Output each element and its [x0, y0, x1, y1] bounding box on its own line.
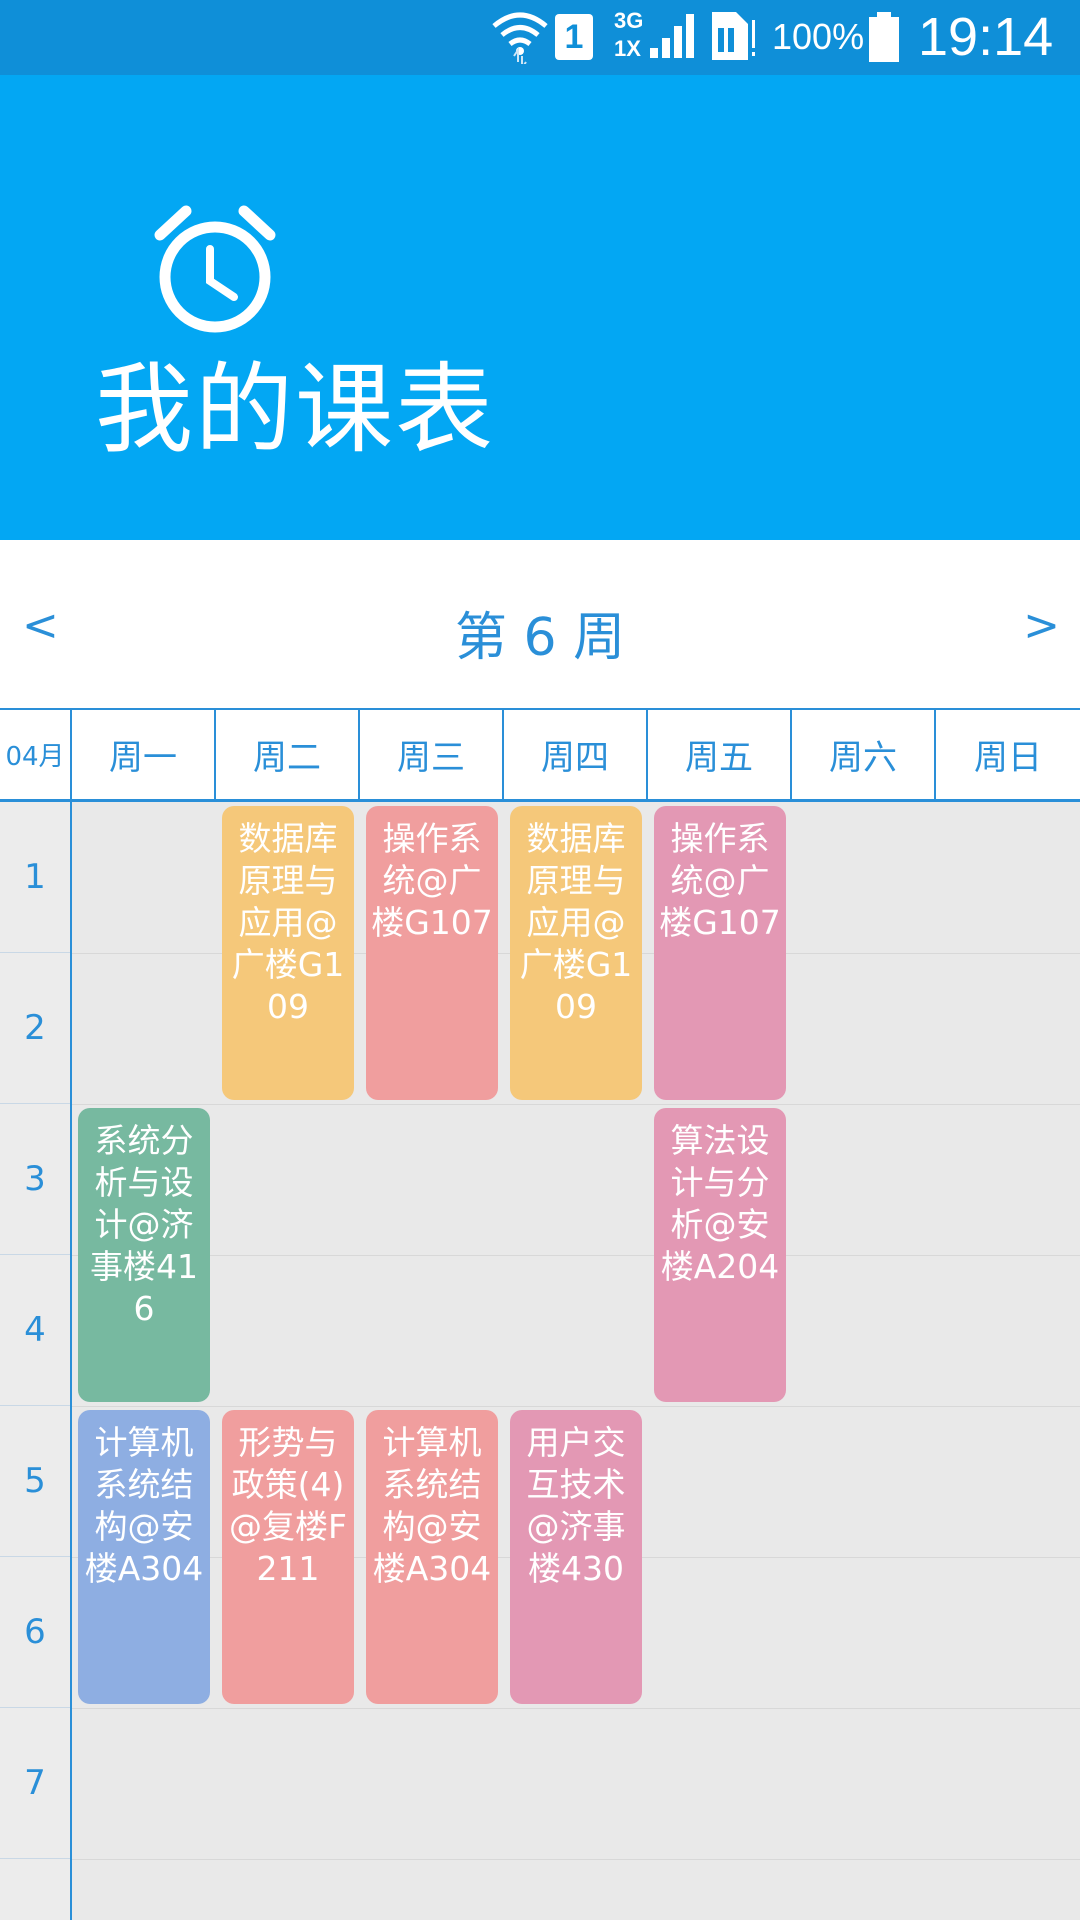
row-divider	[72, 1104, 1080, 1105]
period-label: 6	[0, 1557, 70, 1708]
row-divider	[72, 1708, 1080, 1709]
clock-time: 19:14	[918, 7, 1054, 67]
period-label: 7	[0, 1708, 70, 1859]
period-label: 2	[0, 953, 70, 1104]
sim-slot-number: 1	[564, 17, 584, 56]
day-header-row: 04月 周一 周二 周三 周四 周五 周六 周日	[0, 708, 1080, 802]
period-column: 1 2 3 4 5 6 7	[0, 802, 72, 1920]
battery-percent: 100%	[772, 16, 865, 57]
course-block[interactable]: 计算机系统结构@安楼A304	[78, 1410, 210, 1704]
course-block[interactable]: 系统分析与设计@济事楼416	[78, 1108, 210, 1402]
network-type-bottom: 1X	[614, 36, 641, 61]
app-header: 我的课表	[0, 75, 1080, 540]
period-label: 5	[0, 1406, 70, 1557]
sim-card-icon	[712, 12, 755, 60]
course-block[interactable]: 形势与政策(4)@复楼F211	[222, 1410, 354, 1704]
wifi-icon	[492, 12, 548, 64]
day-header-mon: 周一	[72, 710, 216, 799]
next-week-button[interactable]: >	[1023, 600, 1060, 651]
day-header-thu: 周四	[504, 710, 648, 799]
app-root: 1 3G 1X 100% 19:14 我的课表 < 第 6 周 > 04月 周一…	[0, 0, 1080, 1920]
timetable-grid: 1 2 3 4 5 6 7 数据库原理与应用@广楼G109 操作系统@广楼G107…	[0, 802, 1080, 1920]
course-block[interactable]: 操作系统@广楼G107	[366, 806, 498, 1100]
row-divider	[72, 1406, 1080, 1407]
course-block[interactable]: 计算机系统结构@安楼A304	[366, 1410, 498, 1704]
course-block[interactable]: 数据库原理与应用@广楼G109	[222, 806, 354, 1100]
battery-icon	[869, 12, 899, 62]
period-label: 4	[0, 1255, 70, 1406]
signal-icon	[650, 14, 694, 58]
day-header-wed: 周三	[360, 710, 504, 799]
day-header-tue: 周二	[216, 710, 360, 799]
row-divider	[72, 1255, 1080, 1256]
alarm-clock-icon	[154, 205, 276, 333]
day-header-sun: 周日	[974, 738, 1042, 778]
page-title: 我的课表	[95, 353, 496, 467]
day-header-fri: 周五	[648, 710, 792, 799]
course-block[interactable]: 算法设计与分析@安楼A204	[654, 1108, 786, 1402]
month-label: 04月	[0, 710, 72, 799]
course-block[interactable]: 用户交互技术@济事楼430	[510, 1410, 642, 1704]
sim-slot-icon: 1	[555, 14, 593, 60]
course-block[interactable]: 操作系统@广楼G107	[654, 806, 786, 1100]
current-week-label: 第 6 周	[454, 608, 626, 668]
week-navigator: < 第 6 周 >	[0, 540, 1080, 708]
period-label: 1	[0, 802, 70, 953]
row-divider	[72, 1859, 1080, 1860]
day-header-sat: 周六	[792, 710, 936, 799]
status-bar: 1 3G 1X 100% 19:14	[0, 0, 1080, 75]
network-type-top: 3G	[614, 8, 644, 33]
course-block[interactable]: 数据库原理与应用@广楼G109	[510, 806, 642, 1100]
period-label: 3	[0, 1104, 70, 1255]
